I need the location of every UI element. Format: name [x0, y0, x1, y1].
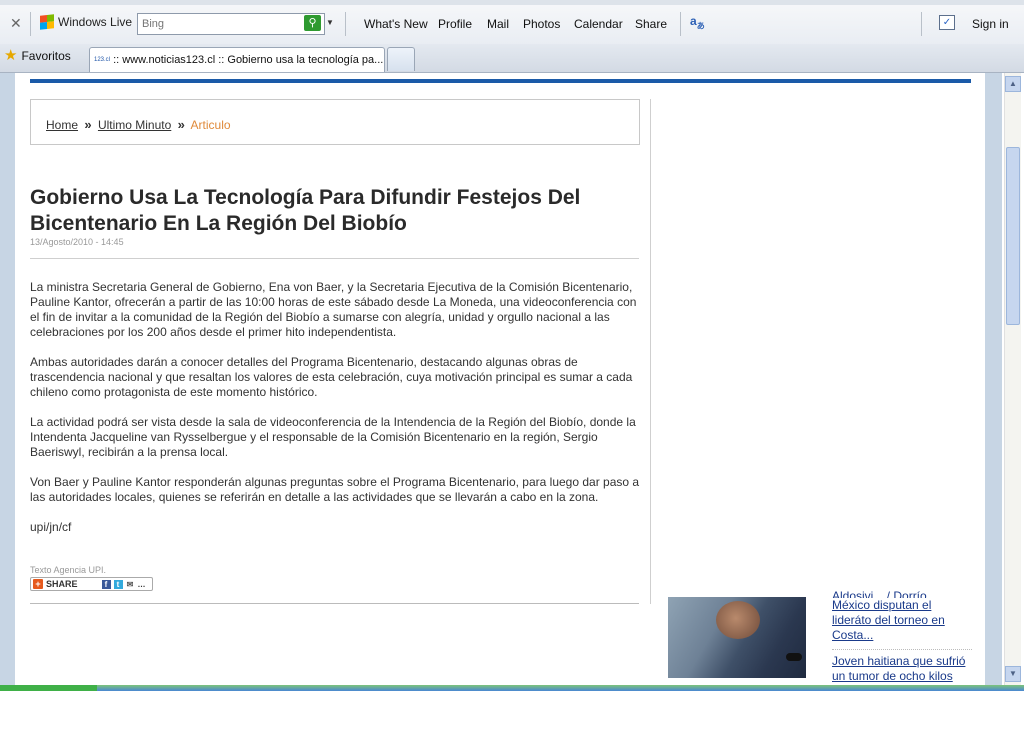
status-bar — [0, 685, 1024, 691]
article-body: La ministra Secretaria General de Gobier… — [30, 280, 642, 550]
scroll-up-icon[interactable]: ▲ — [1005, 76, 1021, 92]
breadcrumb-separator: » — [84, 117, 92, 132]
header-accent-bar — [30, 79, 971, 83]
left-gutter — [0, 73, 15, 685]
translate-icon[interactable]: aあ — [690, 14, 705, 31]
toolbar-separator — [921, 12, 922, 36]
page-content: Home » Ultimo Minuto » Articulo Gobierno… — [0, 73, 1024, 685]
windows-live-label: Windows Live — [58, 15, 133, 29]
windows-live-button[interactable]: Windows Live — [40, 14, 133, 30]
sidebar-news-link[interactable]: Aldosivi... / Dorrío — [832, 589, 972, 598]
toolbar-link-profile[interactable]: Profile — [438, 17, 472, 31]
sidebar-news-link[interactable]: Joven haitiana que sufrió un tumor de oc… — [832, 654, 972, 684]
toolbar-separator — [680, 12, 681, 36]
twitter-icon: t — [113, 579, 123, 589]
toolbar-link-share[interactable]: Share — [635, 17, 667, 31]
article-date: 13/Agosto/2010 - 14:45 — [30, 237, 124, 247]
tab-active[interactable]: 123.cl :: www.noticias123.cl :: Gobierno… — [89, 47, 385, 72]
search-go-icon[interactable]: ⚲ — [304, 15, 321, 31]
divider — [30, 603, 639, 604]
article-paragraph: La ministra Secretaria General de Gobier… — [30, 280, 637, 339]
column-divider — [650, 99, 651, 604]
site-favicon-icon: 123.cl — [94, 57, 111, 64]
toolbar-separator — [30, 12, 31, 36]
article-signature: upi/jn/cf — [30, 520, 72, 534]
breadcrumb-section[interactable]: Ultimo Minuto — [98, 118, 171, 132]
favorites-label: Favoritos — [21, 49, 71, 63]
favorites-button[interactable]: ★ Favoritos — [4, 47, 71, 64]
right-side-band — [985, 73, 1002, 685]
progress-segment — [0, 685, 97, 691]
share-label: SHARE — [46, 579, 78, 589]
plus-icon: + — [33, 579, 43, 589]
news-photo[interactable] — [668, 597, 806, 678]
microphone-icon — [786, 653, 802, 661]
search-input[interactable] — [138, 15, 292, 33]
vertical-scrollbar[interactable]: ▲ ▼ — [1004, 73, 1021, 685]
chevron-down-icon[interactable]: ▼ — [326, 18, 334, 27]
check-icon[interactable]: ✓ — [939, 15, 955, 30]
new-tab-button[interactable] — [387, 47, 415, 71]
share-button[interactable]: + SHARE f t ✉ … — [30, 577, 153, 591]
toolbar-link-photos[interactable]: Photos — [523, 17, 560, 31]
breadcrumb-current: Articulo — [190, 118, 231, 132]
browser-toolbar: ✕ Windows Live ⚲ ▼ What's New Profile Ma… — [0, 0, 1024, 45]
search-box[interactable]: ⚲ — [137, 13, 325, 35]
scroll-thumb[interactable] — [1006, 147, 1020, 325]
star-icon: ★ — [4, 47, 18, 64]
breadcrumb: Home » Ultimo Minuto » Articulo — [30, 99, 640, 145]
tab-bar: ★ Favoritos 123.cl :: www.noticias123.cl… — [0, 44, 1024, 73]
toolbar-separator — [345, 12, 346, 36]
sign-in-link[interactable]: Sign in — [972, 17, 1009, 31]
article-paragraph: Ambas autoridades darán a conocer detall… — [30, 355, 633, 399]
divider — [832, 649, 972, 650]
toolbar-link-mail[interactable]: Mail — [487, 17, 509, 31]
close-icon[interactable]: ✕ — [10, 16, 22, 32]
sidebar-news-link[interactable]: México disputan el lideráto del torneo e… — [832, 598, 972, 643]
article-source: Texto Agencia UPI. — [30, 565, 107, 575]
article-paragraph: La actividad podrá ser vista desde la sa… — [30, 415, 636, 459]
article-paragraph: Von Baer y Pauline Kantor responderán al… — [30, 475, 640, 504]
toolbar-link-calendar[interactable]: Calendar — [574, 17, 623, 31]
divider — [30, 258, 639, 259]
sidebar-news-list: Aldosivi... / Dorrío México disputan el … — [832, 589, 972, 684]
breadcrumb-home[interactable]: Home — [46, 118, 78, 132]
article-title: Gobierno Usa La Tecnología Para Difundir… — [30, 186, 581, 235]
toolbar-link-whats-new[interactable]: What's New — [364, 17, 428, 31]
tab-title: :: www.noticias123.cl :: Gobierno usa la… — [113, 54, 384, 66]
email-icon: ✉ — [126, 579, 134, 589]
windows-logo-icon — [40, 14, 54, 30]
facebook-icon: f — [101, 579, 111, 589]
scroll-down-icon[interactable]: ▼ — [1005, 666, 1021, 682]
toolbar-top-strip — [0, 0, 1024, 5]
breadcrumb-separator: » — [177, 117, 185, 132]
